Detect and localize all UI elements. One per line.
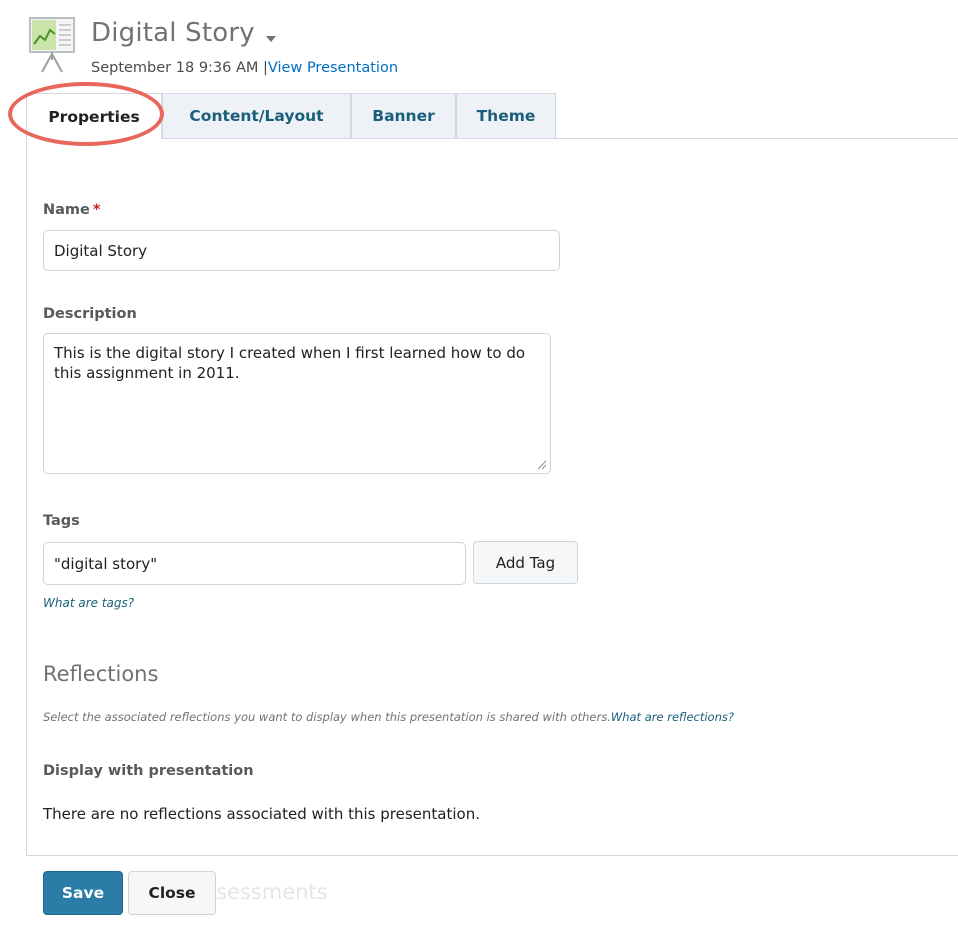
description-text: This is the digital story I created when… [54,344,526,382]
no-reflections-message: There are no reflections associated with… [43,805,480,823]
tab-content-layout[interactable]: Content/Layout [162,93,351,138]
content-left-border [26,138,27,856]
what-are-tags-link[interactable]: What are tags? [43,596,134,610]
required-mark: * [92,202,101,218]
tab-properties[interactable]: Properties [26,93,162,139]
resize-grip-icon[interactable] [537,460,547,470]
save-button[interactable]: Save [43,871,123,915]
presentation-meta: September 18 9:36 AM |View Presentation [91,60,398,76]
view-presentation-link[interactable]: View Presentation [268,60,398,76]
tab-banner[interactable]: Banner [351,93,456,138]
tags-label: Tags [43,513,80,529]
name-field[interactable]: Digital Story [43,230,560,271]
reflections-note: Select the associated reflections you wa… [43,710,734,724]
tags-field[interactable]: "digital story" [43,542,466,585]
name-label-text: Name [43,202,90,218]
caret-down-icon[interactable] [266,36,276,42]
page-title: Digital Story [91,18,255,48]
description-label: Description [43,306,137,322]
presentation-board-icon [28,16,76,74]
display-with-presentation-label: Display with presentation [43,763,254,779]
add-tag-button[interactable]: Add Tag [473,541,578,584]
tab-theme[interactable]: Theme [456,93,556,138]
footer-divider [26,855,958,856]
reflections-heading: Reflections [43,662,159,686]
name-label: Name * [43,202,100,218]
faded-background-text: sessments [216,880,328,904]
modified-date: September 18 9:36 AM [91,60,259,76]
what-are-reflections-link[interactable]: What are reflections? [611,710,734,724]
tab-baseline [26,138,958,139]
close-button[interactable]: Close [128,871,216,915]
description-field[interactable]: This is the digital story I created when… [43,333,551,474]
reflections-note-text: Select the associated reflections you wa… [43,710,611,724]
